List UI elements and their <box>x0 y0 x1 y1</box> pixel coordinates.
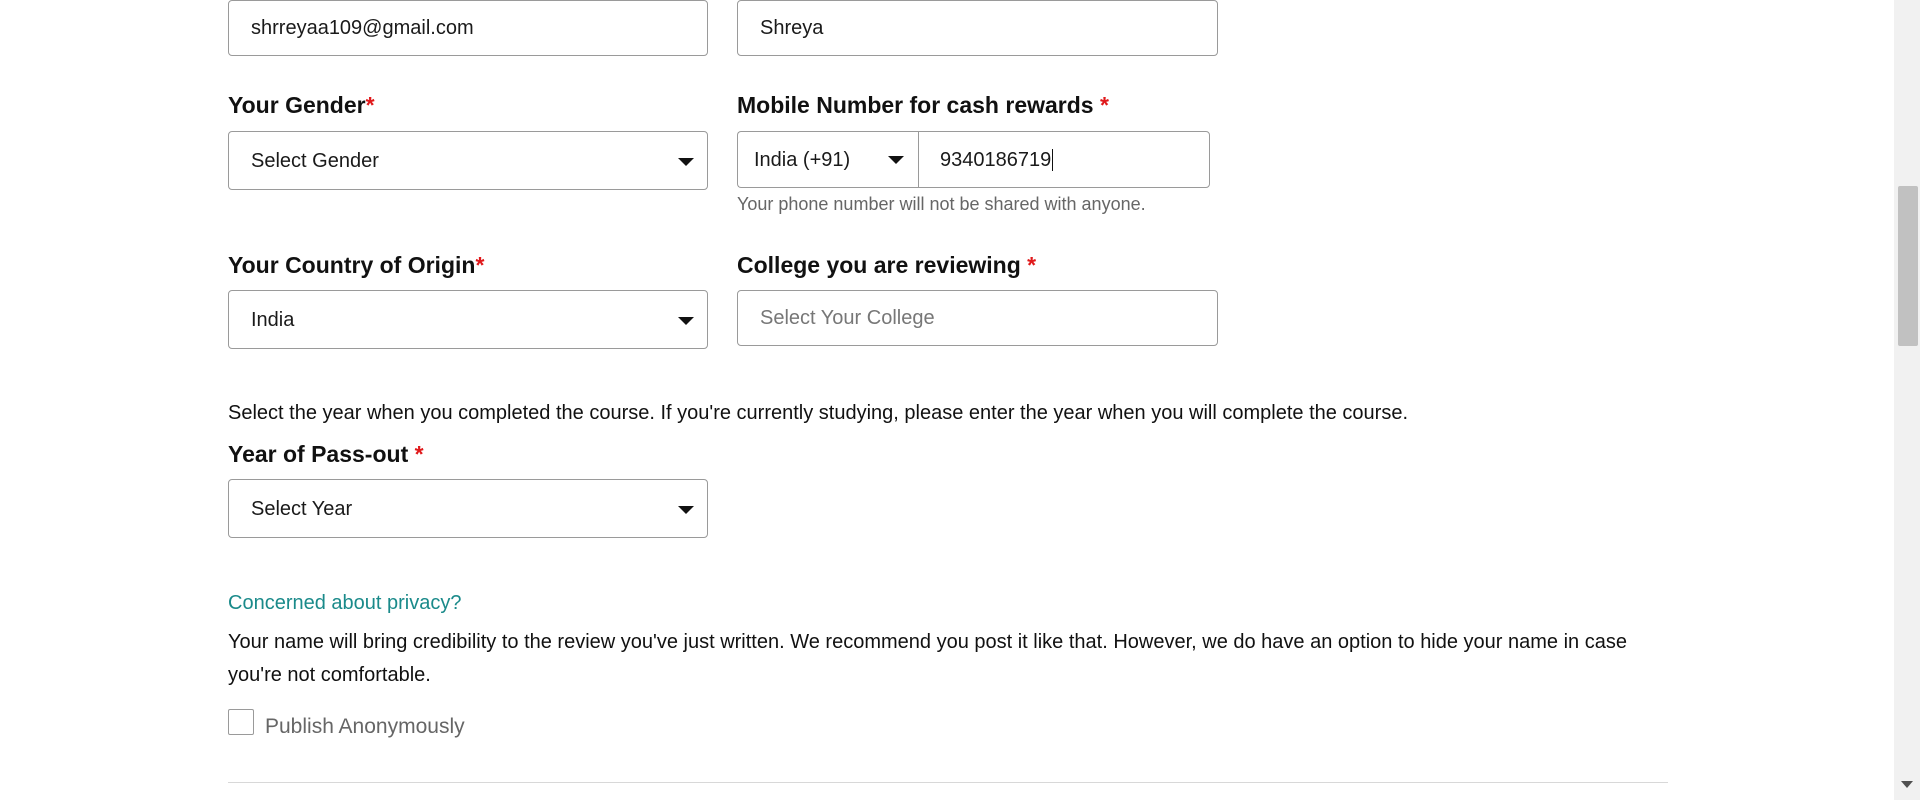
required-mark: * <box>475 252 485 278</box>
name-field[interactable]: Shreya <box>737 0 1218 56</box>
chevron-down-icon <box>678 506 694 514</box>
email-value: shrreyaa109@gmail.com <box>251 17 474 39</box>
publish-anonymously-checkbox[interactable] <box>228 709 254 735</box>
mobile-label: Mobile Number for cash rewards * <box>737 92 1109 118</box>
country-code-value: India (+91) <box>754 148 851 171</box>
country-selected: India <box>251 308 295 331</box>
review-form-page: shrreyaa109@gmail.com Shreya Your Gender… <box>0 0 1920 800</box>
year-label: Year of Pass-out * <box>228 441 424 467</box>
country-code-select[interactable]: India (+91) <box>737 131 919 188</box>
gender-label: Your Gender* <box>228 92 375 118</box>
required-mark: * <box>1099 92 1109 118</box>
required-mark: * <box>365 92 375 118</box>
scrollbar-track[interactable] <box>1894 0 1920 800</box>
publish-anonymously-label[interactable]: Publish Anonymously <box>265 715 465 739</box>
college-input[interactable]: Select Your College <box>737 290 1218 346</box>
chevron-down-icon <box>678 317 694 325</box>
email-field[interactable]: shrreyaa109@gmail.com <box>228 0 708 56</box>
gender-select[interactable]: Select Gender <box>228 131 708 190</box>
mobile-number-value: 9340186719 <box>940 148 1052 171</box>
privacy-text: Your name will bring credibility to the … <box>228 631 1627 686</box>
year-selected: Select Year <box>251 497 353 520</box>
year-instructions: Select the year when you completed the c… <box>228 402 1409 424</box>
text-caret <box>1052 148 1054 171</box>
country-select[interactable]: India <box>228 290 708 349</box>
mobile-helper-text: Your phone number will not be shared wit… <box>737 194 1146 214</box>
name-value: Shreya <box>760 17 824 39</box>
scrollbar-thumb[interactable] <box>1898 186 1918 346</box>
section-divider <box>228 782 1668 783</box>
required-mark: * <box>414 441 424 467</box>
chevron-down-icon <box>888 156 904 164</box>
chevron-down-icon <box>678 158 694 166</box>
gender-selected: Select Gender <box>251 149 379 172</box>
scroll-down-arrow-icon[interactable] <box>1901 781 1913 788</box>
college-label: College you are reviewing * <box>737 252 1037 278</box>
college-placeholder: Select Your College <box>760 307 935 329</box>
country-label: Your Country of Origin* <box>228 252 485 278</box>
privacy-link[interactable]: Concerned about privacy? <box>228 592 461 615</box>
mobile-number-input[interactable]: 9340186719 <box>918 131 1210 188</box>
year-select[interactable]: Select Year <box>228 479 708 538</box>
required-mark: * <box>1027 252 1037 278</box>
